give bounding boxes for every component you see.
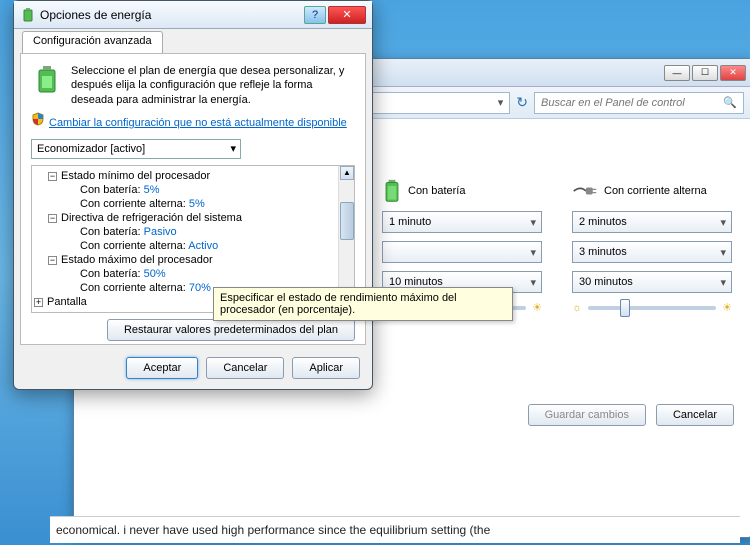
page-text-fragment: economical. i never have used high perfo…	[50, 516, 740, 543]
change-unavailable-link[interactable]: Cambiar la configuración que no está act…	[49, 117, 347, 129]
close-button[interactable]: ✕	[720, 65, 746, 81]
scroll-thumb[interactable]	[340, 202, 354, 240]
power-plan-icon	[31, 64, 63, 96]
plan-dropdown[interactable]: Economizador [activo]	[31, 139, 241, 159]
ok-button[interactable]: Aceptar	[126, 357, 198, 379]
sun-large-icon: ☀	[532, 301, 542, 314]
column-header-ac: Con corriente alterna	[572, 184, 732, 198]
cancel-button[interactable]: Cancelar	[656, 404, 734, 426]
tree-leaf[interactable]: Con batería: 5%	[32, 183, 354, 197]
power-icon	[20, 7, 36, 23]
off-battery-dropdown[interactable]	[382, 241, 542, 263]
shield-icon	[31, 112, 45, 126]
battery-icon	[382, 179, 402, 203]
tree-leaf[interactable]: Con corriente alterna: 5%	[32, 197, 354, 211]
sun-small-icon: ☼	[572, 302, 582, 314]
dialog-titlebar: Opciones de energía ? ✕	[14, 1, 372, 29]
dim-ac-dropdown[interactable]: 2 minutos	[572, 211, 732, 233]
plug-icon	[572, 184, 598, 198]
search-icon[interactable]: 🔍	[723, 96, 737, 109]
column-header-battery: Con batería	[382, 179, 542, 203]
sleep-ac-dropdown[interactable]: 30 minutos	[572, 271, 732, 293]
help-button[interactable]: ?	[304, 6, 326, 24]
tab-strip: Configuración avanzada	[14, 29, 372, 53]
close-button[interactable]: ✕	[328, 6, 366, 24]
tab-advanced[interactable]: Configuración avanzada	[22, 31, 163, 53]
minimize-button[interactable]: —	[664, 65, 690, 81]
tree-leaf[interactable]: Con batería: 50%	[32, 267, 354, 281]
search-box[interactable]: 🔍	[534, 92, 744, 114]
tooltip: Especificar el estado de rendimiento máx…	[213, 287, 513, 321]
save-button[interactable]: Guardar cambios	[528, 404, 646, 426]
restore-defaults-button[interactable]: Restaurar valores predeterminados del pl…	[107, 319, 355, 341]
scroll-up-button[interactable]: ▲	[340, 166, 354, 180]
brightness-ac-slider[interactable]: ☼ ☀	[572, 301, 732, 314]
tree-leaf[interactable]: Con corriente alterna: Activo	[32, 239, 354, 253]
power-options-dialog: Opciones de energía ? ✕ Configuración av…	[13, 0, 373, 390]
tree-leaf[interactable]: Con batería: Pasivo	[32, 225, 354, 239]
cancel-button[interactable]: Cancelar	[206, 357, 284, 379]
tree-node-max-processor[interactable]: −Estado máximo del procesador	[32, 253, 354, 267]
dialog-title: Opciones de energía	[36, 8, 304, 22]
tree-node-cooling[interactable]: −Directiva de refrigeración del sistema	[32, 211, 354, 225]
refresh-icon[interactable]: ↻	[516, 94, 528, 111]
dim-battery-dropdown[interactable]: 1 minuto	[382, 211, 542, 233]
dialog-description: Seleccione el plan de energía que desea …	[71, 64, 355, 107]
search-input[interactable]	[541, 97, 723, 109]
off-ac-dropdown[interactable]: 3 minutos	[572, 241, 732, 263]
apply-button[interactable]: Aplicar	[292, 357, 360, 379]
maximize-button[interactable]: ☐	[692, 65, 718, 81]
tree-node-min-processor[interactable]: −Estado mínimo del procesador	[32, 169, 354, 183]
sun-large-icon: ☀	[722, 301, 732, 314]
